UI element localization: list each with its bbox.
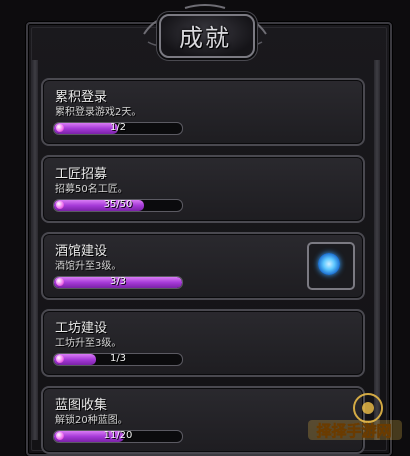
- achievement-card[interactable]: 工匠招募 招募50名工匠。 35/50: [41, 155, 365, 223]
- blue-orb-icon: [318, 253, 340, 275]
- progress-text: 1/3: [109, 353, 127, 364]
- progress-text: 11/20: [103, 430, 133, 441]
- achievement-desc: 解锁20种蓝图。: [55, 415, 128, 426]
- achievement-desc: 招募50名工匠。: [55, 184, 128, 195]
- achievement-card[interactable]: 酒馆建设 酒馆升至3级。 3/3: [41, 232, 365, 300]
- site-watermark-logo: 择择手游网: [308, 393, 402, 440]
- svg-text:择择手游网: 择择手游网: [316, 422, 391, 440]
- progress-bar: 11/20: [53, 430, 183, 443]
- progress-bar: 1/3: [53, 353, 183, 366]
- left-scroll-rail: [32, 60, 38, 440]
- progress-text: 1/2: [109, 122, 127, 133]
- page-title: 成就: [179, 24, 231, 52]
- progress-bar: 35/50: [53, 199, 183, 212]
- progress-text: 35/50: [103, 199, 133, 210]
- progress-bar: 3/3: [53, 276, 183, 289]
- reward-claim-button[interactable]: [307, 242, 355, 290]
- achievement-desc: 工坊升至3级。: [55, 338, 122, 349]
- right-scroll-rail: [374, 60, 380, 440]
- achievement-desc: 累积登录游戏2天。: [55, 107, 142, 118]
- achievement-card[interactable]: 累积登录 累积登录游戏2天。 1/2: [41, 78, 365, 146]
- achievement-card[interactable]: 工坊建设 工坊升至3级。 1/3: [41, 309, 365, 377]
- achievement-desc: 酒馆升至3级。: [55, 261, 122, 272]
- progress-bar: 1/2: [53, 122, 183, 135]
- progress-text: 3/3: [109, 276, 127, 287]
